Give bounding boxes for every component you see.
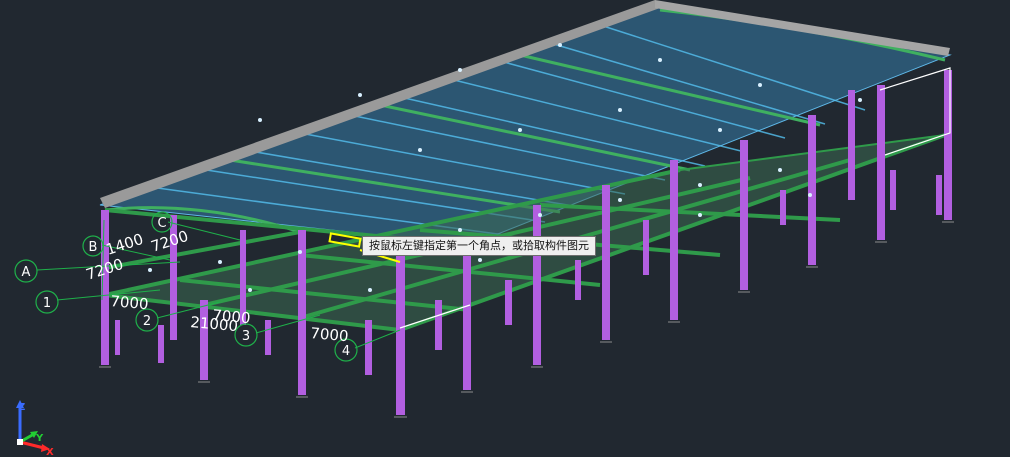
grid-bubble-a-label: A (22, 265, 31, 280)
grid-bubble-2-label: 2 (143, 314, 151, 329)
grid-bubble-a[interactable]: A (14, 259, 38, 283)
dimension-label-1400: 1400 (104, 230, 146, 259)
ucs-y-label: Y (35, 433, 44, 444)
ucs-z-label: Z (18, 402, 25, 413)
structure-3d-model[interactable]: A B C 1 2 3 4 7000 7000 7000 21000 7200 … (0, 0, 1010, 457)
command-prompt-tooltip: 按鼠标左键指定第一个角点，或拾取构件图元 (362, 236, 596, 256)
grid-bubble-1[interactable]: 1 (35, 290, 59, 314)
grid-bubble-1-label: 1 (43, 296, 51, 311)
grid-bubble-c-label: C (157, 216, 166, 231)
model-viewport[interactable]: A B C 1 2 3 4 7000 7000 7000 21000 7200 … (0, 0, 1010, 457)
dimension-label-21000: 21000 (190, 313, 239, 335)
dimension-label-7000-a: 7000 (110, 292, 150, 313)
ucs-icon: Z Y X (16, 400, 54, 456)
grid-bubble-3-label: 3 (242, 329, 250, 344)
grid-bubble-3[interactable]: 3 (234, 323, 258, 347)
grid-bubble-b[interactable]: B (82, 235, 104, 257)
dimension-label-7000-c: 7000 (310, 324, 350, 345)
ucs-x-label: X (46, 447, 54, 456)
grid-bubble-b-label: B (89, 240, 98, 255)
grid-bubble-4-label: 4 (342, 344, 350, 359)
